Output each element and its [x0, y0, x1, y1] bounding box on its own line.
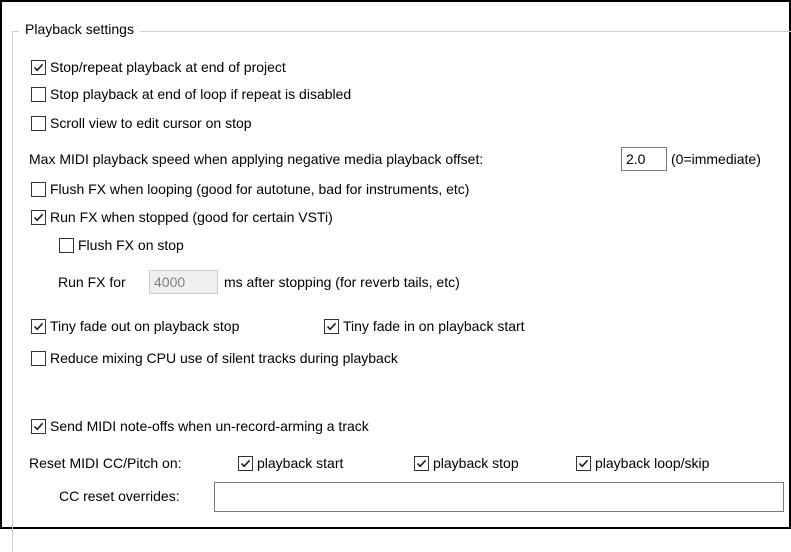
checkmark-icon [33, 422, 44, 430]
stop-repeat-option[interactable]: Stop/repeat playback at end of project [31, 57, 286, 77]
reset-on-playback-start-checkbox[interactable] [238, 455, 253, 471]
run-fx-stopped-checkbox[interactable] [31, 209, 46, 225]
max-midi-hint: (0=immediate) [671, 151, 761, 167]
flush-fx-looping-label: Flush FX when looping (good for autotune… [50, 181, 470, 197]
send-noteoffs-option[interactable]: Send MIDI note-offs when un-record-armin… [31, 416, 369, 436]
run-fx-for-prefix: Run FX for [58, 274, 126, 290]
checkmark-icon [33, 213, 44, 221]
run-fx-for-prefix-row: Run FX for [58, 272, 126, 292]
stop-repeat-label: Stop/repeat playback at end of project [50, 59, 286, 75]
send-noteoffs-checkbox[interactable] [31, 418, 46, 434]
tiny-fade-out-option[interactable]: Tiny fade out on playback stop [31, 316, 239, 336]
cc-reset-label-row: CC reset overrides: [59, 486, 180, 506]
tiny-fade-in-option[interactable]: Tiny fade in on playback start [324, 316, 525, 336]
max-midi-hint-row: (0=immediate) [671, 149, 761, 169]
reset-on-playback-start-option[interactable]: playback start [238, 453, 343, 473]
tiny-fade-out-checkbox[interactable] [31, 318, 46, 334]
stop-loop-option[interactable]: Stop playback at end of loop if repeat i… [31, 84, 351, 104]
stop-loop-label: Stop playback at end of loop if repeat i… [50, 86, 352, 102]
checkmark-icon [326, 322, 337, 330]
cc-reset-label: CC reset overrides: [59, 488, 180, 504]
max-midi-label: Max MIDI playback speed when applying ne… [29, 151, 484, 167]
checkmark-icon [33, 63, 44, 71]
flush-fx-stop-option[interactable]: Flush FX on stop [59, 235, 184, 255]
reset-on-playback-stop-label: playback stop [433, 455, 519, 471]
stop-repeat-checkbox[interactable] [31, 59, 46, 75]
group-title: Playback settings [19, 20, 140, 38]
stop-loop-checkbox[interactable] [31, 86, 46, 102]
reset-on-playback-start-label: playback start [257, 455, 344, 471]
checkmark-icon [240, 459, 251, 467]
checkmark-icon [33, 322, 44, 330]
flush-fx-looping-option[interactable]: Flush FX when looping (good for autotune… [31, 179, 469, 199]
reset-on-playback-loop-option[interactable]: playback loop/skip [576, 453, 709, 473]
run-fx-stopped-label: Run FX when stopped (good for certain VS… [50, 209, 333, 225]
playback-settings-panel: Playback settings Stop/repeat playback a… [0, 0, 791, 552]
reset-on-playback-stop-option[interactable]: playback stop [414, 453, 519, 473]
run-fx-for-suffix-row: ms after stopping (for reverb tails, etc… [224, 272, 460, 292]
max-midi-speed-input[interactable] [621, 147, 667, 171]
flush-fx-stop-checkbox[interactable] [59, 237, 74, 253]
run-fx-stopped-option[interactable]: Run FX when stopped (good for certain VS… [31, 207, 333, 227]
max-midi-label-row: Max MIDI playback speed when applying ne… [29, 149, 483, 169]
tiny-fade-in-label: Tiny fade in on playback start [343, 318, 525, 334]
flush-fx-stop-label: Flush FX on stop [78, 237, 184, 253]
reset-midi-label-row: Reset MIDI CC/Pitch on: [29, 453, 182, 473]
reset-on-playback-loop-checkbox[interactable] [576, 455, 591, 471]
flush-fx-looping-checkbox[interactable] [31, 181, 46, 197]
cc-reset-overrides-input[interactable] [214, 482, 784, 512]
scroll-view-checkbox[interactable] [31, 115, 46, 131]
run-fx-duration-input[interactable] [149, 270, 218, 294]
reduce-cpu-label: Reduce mixing CPU use of silent tracks d… [50, 350, 398, 366]
tiny-fade-in-checkbox[interactable] [324, 318, 339, 334]
reset-on-playback-stop-checkbox[interactable] [414, 455, 429, 471]
scroll-view-option[interactable]: Scroll view to edit cursor on stop [31, 113, 252, 133]
checkmark-icon [578, 459, 589, 467]
reduce-cpu-checkbox[interactable] [31, 350, 46, 366]
run-fx-for-suffix: ms after stopping (for reverb tails, etc… [224, 274, 460, 290]
reset-on-playback-loop-label: playback loop/skip [595, 455, 710, 471]
tiny-fade-out-label: Tiny fade out on playback stop [50, 318, 240, 334]
reset-midi-label: Reset MIDI CC/Pitch on: [29, 455, 182, 471]
checkmark-icon [416, 459, 427, 467]
scroll-view-label: Scroll view to edit cursor on stop [50, 115, 252, 131]
reduce-cpu-option[interactable]: Reduce mixing CPU use of silent tracks d… [31, 348, 398, 368]
send-noteoffs-label: Send MIDI note-offs when un-record-armin… [50, 418, 369, 434]
